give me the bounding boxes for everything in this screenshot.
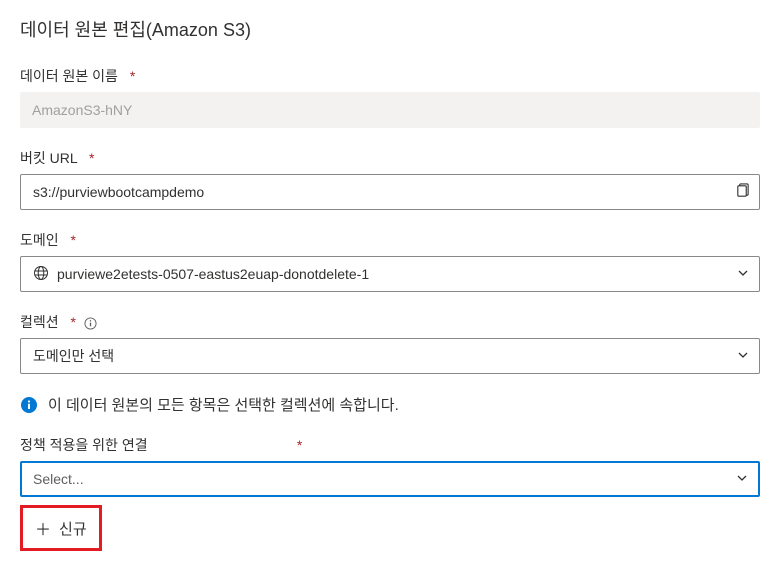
chevron-down-icon	[737, 266, 749, 282]
globe-icon	[33, 265, 49, 284]
collection-select[interactable]: 도메인만 선택	[20, 338, 760, 374]
domain-select[interactable]: purviewe2etests-0507-eastus2euap-donotde…	[20, 256, 760, 292]
required-asterisk: *	[89, 150, 94, 166]
bucket-url-wrapper	[20, 174, 760, 210]
domain-value: purviewe2etests-0507-eastus2euap-donotde…	[57, 266, 369, 282]
chevron-down-icon	[736, 471, 748, 487]
info-message: 이 데이터 원본의 모든 항목은 선택한 컬렉션에 속합니다.	[20, 394, 760, 415]
bucket-url-input[interactable]	[20, 174, 760, 210]
data-source-name-group: 데이터 원본 이름 *	[20, 66, 760, 128]
new-button-highlight: ＋ 신규	[20, 505, 102, 551]
label-text: 버킷 URL	[20, 150, 77, 166]
bucket-url-group: 버킷 URL *	[20, 148, 760, 210]
label-text: 정책 적용을 위한 연결	[20, 437, 148, 453]
policy-connection-placeholder: Select...	[33, 471, 84, 487]
label-text: 도메인	[20, 232, 59, 248]
domain-select-content: purviewe2etests-0507-eastus2euap-donotde…	[33, 265, 369, 284]
policy-connection-select[interactable]: Select...	[20, 461, 760, 497]
collection-value: 도메인만 선택	[33, 346, 114, 366]
required-asterisk: *	[130, 68, 135, 84]
bucket-url-label: 버킷 URL *	[20, 148, 760, 168]
required-asterisk: *	[297, 437, 302, 453]
info-text: 이 데이터 원본의 모든 항목은 선택한 컬렉션에 속합니다.	[48, 394, 399, 415]
policy-connection-group: 정책 적용을 위한 연결 * Select... ＋ 신규	[20, 435, 760, 551]
chevron-down-icon	[737, 348, 749, 364]
policy-connection-label: 정책 적용을 위한 연결	[20, 435, 285, 455]
collection-label: 컬렉션 *	[20, 312, 760, 332]
data-source-name-label: 데이터 원본 이름 *	[20, 66, 760, 86]
copy-icon[interactable]	[735, 183, 750, 201]
data-source-name-input	[20, 92, 760, 128]
info-icon[interactable]	[84, 316, 98, 330]
label-text: 데이터 원본 이름	[20, 68, 118, 84]
info-icon	[20, 396, 38, 414]
collection-group: 컬렉션 * 도메인만 선택	[20, 312, 760, 374]
required-asterisk: *	[71, 314, 76, 330]
domain-group: 도메인 * purviewe2etests-0507-eastus2euap-d…	[20, 230, 760, 292]
plus-icon: ＋	[35, 516, 51, 540]
page-title: 데이터 원본 편집(Amazon S3)	[20, 16, 760, 42]
new-button[interactable]: ＋ 신규	[29, 512, 93, 544]
domain-label: 도메인 *	[20, 230, 760, 250]
new-button-label: 신규	[59, 518, 87, 539]
required-asterisk: *	[71, 232, 76, 248]
label-text: 컬렉션	[20, 314, 59, 330]
